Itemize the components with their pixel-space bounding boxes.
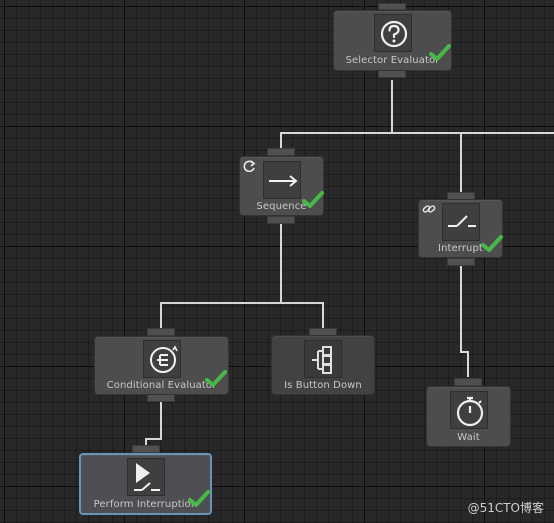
output-port[interactable] [447, 258, 475, 266]
output-port[interactable] [147, 394, 175, 402]
switch-icon [447, 215, 476, 227]
icon-frame [126, 458, 165, 496]
connection-line [280, 224, 282, 303]
success-check-icon [205, 370, 227, 387]
output-port[interactable] [378, 70, 406, 78]
connection-line [460, 266, 462, 352]
connection-line [160, 302, 162, 328]
icon-frame [304, 340, 342, 378]
input-port[interactable] [454, 378, 482, 386]
play-switch-icon [133, 463, 160, 491]
input-port[interactable] [267, 148, 295, 156]
icon-frame [449, 391, 488, 429]
is-button-down-node[interactable]: Is Button Down [271, 335, 375, 395]
connection-line [467, 351, 469, 377]
repeat-icon [243, 160, 256, 172]
output-port[interactable] [267, 216, 295, 224]
node-label: Wait [457, 432, 480, 443]
link-icon [422, 205, 436, 213]
stopwatch-icon [456, 396, 483, 427]
connection-line [391, 80, 393, 133]
connection-line [160, 302, 324, 304]
conditional-icon [149, 345, 178, 373]
watermark: @51CTO博客 [467, 501, 544, 515]
input-port[interactable] [147, 328, 175, 336]
wait-node[interactable]: Wait [426, 386, 511, 447]
question-circle-icon [380, 20, 407, 48]
connection-line [160, 402, 162, 439]
success-check-icon [188, 490, 210, 507]
icon-frame [441, 203, 480, 241]
icon-frame [262, 161, 301, 199]
interrupt-node[interactable]: Interrupt [418, 199, 503, 258]
sequence-node[interactable]: Sequence [239, 156, 324, 216]
icon-frame [142, 340, 181, 378]
branch-icon [312, 346, 332, 374]
perform-interruption-node[interactable]: Perform Interruption [79, 453, 212, 515]
connection-line [280, 132, 554, 134]
connection-line [145, 438, 162, 440]
icon-frame [373, 14, 412, 52]
success-check-icon [481, 235, 503, 252]
success-check-icon [302, 191, 324, 208]
input-port[interactable] [378, 3, 406, 10]
behavior-tree-canvas[interactable]: Selector Evaluator Sequence Interrupt Co… [0, 0, 554, 523]
success-check-icon [429, 44, 451, 61]
selector-evaluator-node[interactable]: Selector Evaluator [333, 10, 452, 71]
input-port[interactable] [132, 445, 160, 453]
connection-line [460, 132, 462, 192]
arrow-right-icon [268, 175, 298, 187]
conditional-evaluator-node[interactable]: Conditional Evaluator [94, 336, 229, 395]
node-label: Is Button Down [284, 380, 362, 391]
